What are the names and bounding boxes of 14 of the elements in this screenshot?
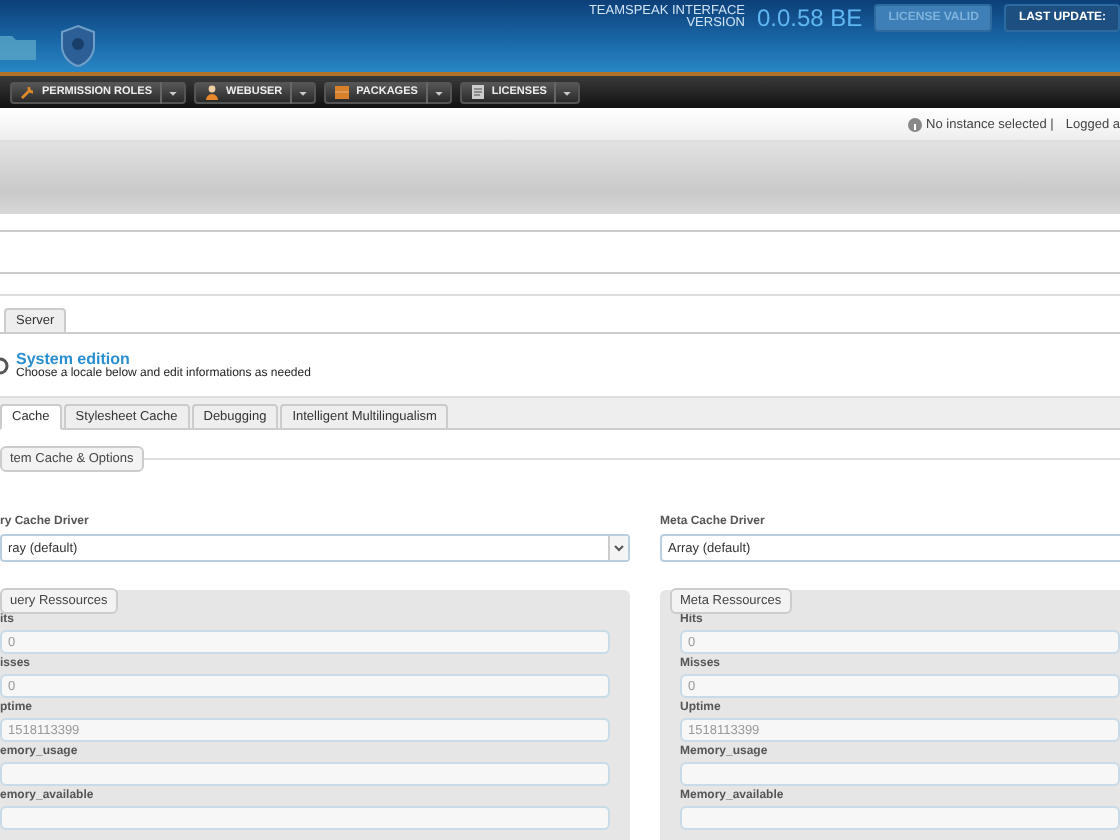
shield-icon <box>60 24 96 68</box>
wrench-icon <box>20 84 36 100</box>
input-field[interactable] <box>680 762 1120 786</box>
chevron-down-icon <box>608 536 628 560</box>
section-title: System edition <box>16 350 130 368</box>
version-number: 0.0.58 BE <box>756 4 863 32</box>
info-icon <box>908 117 923 131</box>
input-field[interactable] <box>0 806 610 830</box>
package-icon <box>334 84 351 100</box>
folder-icon <box>0 32 36 60</box>
document-icon <box>469 84 486 100</box>
user-icon <box>204 84 221 100</box>
input-field[interactable] <box>0 762 610 786</box>
input-field[interactable] <box>680 806 1120 830</box>
